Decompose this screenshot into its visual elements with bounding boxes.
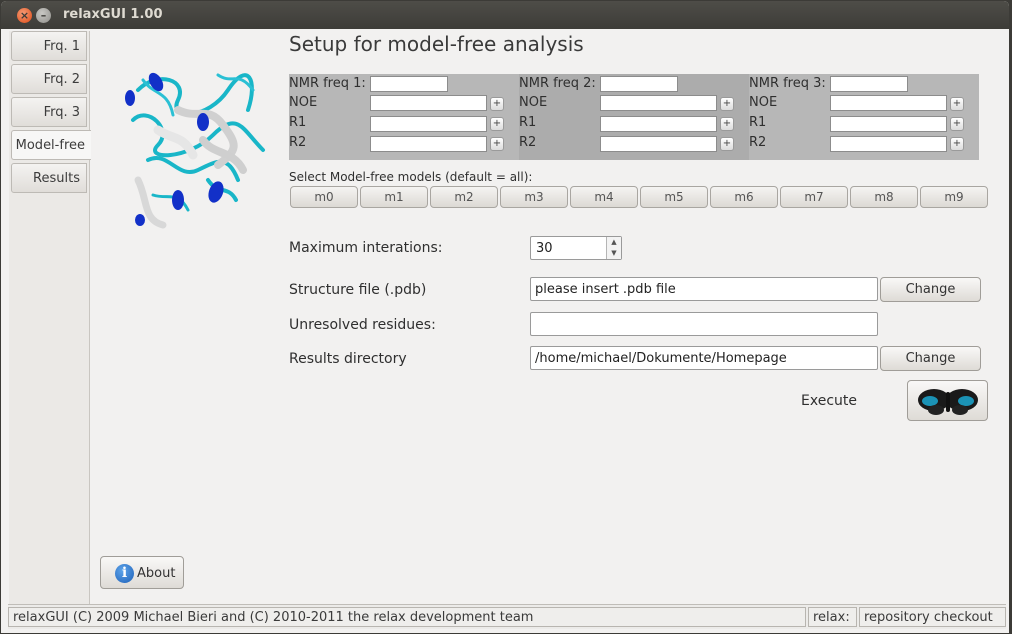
model-m8-button[interactable]: m8 xyxy=(850,186,918,208)
r1-label: R1 xyxy=(519,115,537,130)
change-results-directory-button[interactable]: Change xyxy=(880,346,981,371)
nmr-freq-1-label: NMR freq 1: xyxy=(289,76,366,91)
r1-2-input[interactable] xyxy=(600,116,717,132)
tab-label: Frq. 3 xyxy=(43,105,80,120)
r1-1-input[interactable] xyxy=(370,116,487,132)
status-bar: relaxGUI (C) 2009 Michael Bieri and (C) … xyxy=(8,604,1006,629)
add-r1-3-button[interactable]: + xyxy=(950,117,964,131)
model-m3-button[interactable]: m3 xyxy=(500,186,568,208)
add-r2-2-button[interactable]: + xyxy=(720,137,734,151)
r2-2-input[interactable] xyxy=(600,136,717,152)
structure-file-input[interactable]: please insert .pdb file xyxy=(530,277,878,301)
unresolved-residues-label: Unresolved residues: xyxy=(289,317,436,333)
nmr-freq-2-label: NMR freq 2: xyxy=(519,76,596,91)
add-noe-1-button[interactable]: + xyxy=(490,97,504,111)
version-status: repository checkout xyxy=(859,607,1006,627)
noe-label: NOE xyxy=(749,95,778,110)
structure-file-label: Structure file (.pdb) xyxy=(289,282,427,298)
protein-structure-image xyxy=(125,72,265,229)
noe-2-input[interactable] xyxy=(600,95,717,111)
r2-1-input[interactable] xyxy=(370,136,487,152)
close-window-button[interactable]: × xyxy=(17,8,32,23)
r1-3-input[interactable] xyxy=(830,116,947,132)
freq-block-2: NMR freq 2: NOE R1 R2 + + + xyxy=(519,74,749,160)
info-icon: i xyxy=(115,564,134,583)
models-label: Select Model-free models (default = all)… xyxy=(289,170,533,184)
about-label: About xyxy=(137,566,176,581)
tab-results[interactable]: Results xyxy=(11,163,87,193)
model-m4-button[interactable]: m4 xyxy=(570,186,638,208)
tab-frq-1[interactable]: Frq. 1 xyxy=(11,31,87,61)
execute-button[interactable] xyxy=(907,380,988,421)
model-m9-button[interactable]: m9 xyxy=(920,186,988,208)
results-directory-label: Results directory xyxy=(289,351,407,367)
noe-label: NOE xyxy=(519,95,548,110)
copyright-status: relaxGUI (C) 2009 Michael Bieri and (C) … xyxy=(8,607,806,627)
results-directory-input[interactable]: /home/michael/Dokumente/Homepage xyxy=(530,346,878,370)
nmr-freq-3-input[interactable] xyxy=(830,76,908,92)
nmr-freq-1-input[interactable] xyxy=(370,76,448,92)
add-noe-3-button[interactable]: + xyxy=(950,97,964,111)
r2-label: R2 xyxy=(749,135,767,150)
butterfly-icon xyxy=(917,389,978,415)
tab-frq-2[interactable]: Frq. 2 xyxy=(11,64,87,94)
r2-label: R2 xyxy=(289,135,307,150)
about-button[interactable]: i About xyxy=(100,556,184,589)
add-r2-1-button[interactable]: + xyxy=(490,137,504,151)
spinner-arrows-icon[interactable]: ▲ ▼ xyxy=(606,237,621,259)
r1-label: R1 xyxy=(289,115,307,130)
tab-label: Frq. 1 xyxy=(43,39,80,54)
model-m5-button[interactable]: m5 xyxy=(640,186,708,208)
noe-label: NOE xyxy=(289,95,318,110)
add-r1-1-button[interactable]: + xyxy=(490,117,504,131)
model-m2-button[interactable]: m2 xyxy=(430,186,498,208)
max-iterations-spinner[interactable]: 30 ▲ ▼ xyxy=(530,236,622,260)
r2-3-input[interactable] xyxy=(830,136,947,152)
unresolved-residues-input[interactable] xyxy=(530,312,878,336)
add-r2-3-button[interactable]: + xyxy=(950,137,964,151)
page-title: Setup for model-free analysis xyxy=(289,32,584,56)
tab-label: Model-free xyxy=(15,138,85,153)
window-title: relaxGUI 1.00 xyxy=(63,7,163,22)
freq-block-3: NMR freq 3: NOE R1 R2 + + + xyxy=(749,74,979,160)
model-m1-button[interactable]: m1 xyxy=(360,186,428,208)
r2-label: R2 xyxy=(519,135,537,150)
title-bar: × – relaxGUI 1.00 xyxy=(1,1,1009,29)
noe-3-input[interactable] xyxy=(830,95,947,111)
nmr-freq-2-input[interactable] xyxy=(600,76,678,92)
tab-label: Frq. 2 xyxy=(43,72,80,87)
tab-label: Results xyxy=(33,171,80,186)
max-iterations-label: Maximum interations: xyxy=(289,240,443,256)
nmr-freq-3-label: NMR freq 3: xyxy=(749,76,826,91)
noe-1-input[interactable] xyxy=(370,95,487,111)
model-m7-button[interactable]: m7 xyxy=(780,186,848,208)
r1-label: R1 xyxy=(749,115,767,130)
model-m0-button[interactable]: m0 xyxy=(290,186,358,208)
change-structure-button[interactable]: Change xyxy=(880,277,981,302)
tab-model-free[interactable]: Model-free xyxy=(11,130,91,160)
execute-label: Execute xyxy=(801,393,857,409)
max-iterations-value: 30 xyxy=(536,241,553,256)
minimize-window-button[interactable]: – xyxy=(36,8,51,23)
model-m6-button[interactable]: m6 xyxy=(710,186,778,208)
tab-frq-3[interactable]: Frq. 3 xyxy=(11,97,87,127)
add-noe-2-button[interactable]: + xyxy=(720,97,734,111)
relax-status-label: relax: xyxy=(808,607,857,627)
add-r1-2-button[interactable]: + xyxy=(720,117,734,131)
sidebar: Frq. 1 Frq. 2 Frq. 3 Model-free Results xyxy=(9,31,91,605)
freq-block-1: NMR freq 1: NOE R1 R2 + + + xyxy=(289,74,519,160)
